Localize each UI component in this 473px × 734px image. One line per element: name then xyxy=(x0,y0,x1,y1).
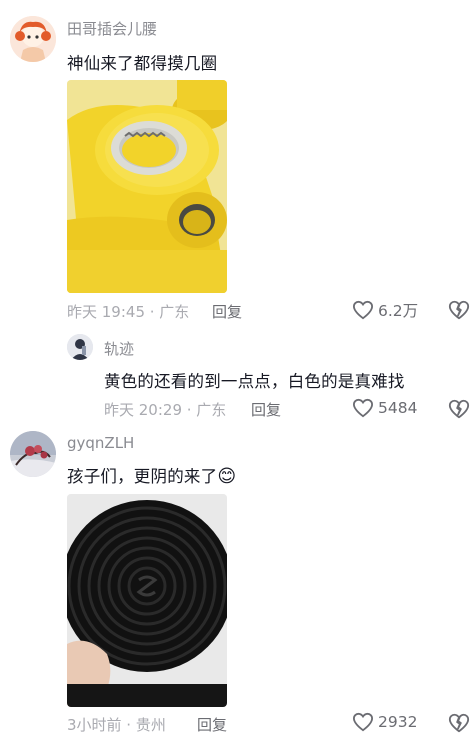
comment-image-black-tape[interactable] xyxy=(67,494,227,707)
comment-username[interactable]: gyqnZLH xyxy=(67,434,134,452)
comment-text: 黄色的还看的到一点点，白色的是真难找 xyxy=(104,372,405,391)
reply-button[interactable]: 回复 xyxy=(251,399,281,420)
like-button[interactable]: 5484 xyxy=(352,398,417,418)
broken-heart-icon[interactable] xyxy=(448,712,470,734)
reply-button[interactable]: 回复 xyxy=(197,714,227,734)
comment-username[interactable]: 田哥插会儿腰 xyxy=(67,18,157,39)
comment-text: 孩子们，更阴的来了😊 xyxy=(67,463,236,487)
comment-image-yellow-tape[interactable] xyxy=(67,80,227,293)
broken-heart-icon[interactable] xyxy=(448,299,470,321)
like-count: 6.2万 xyxy=(378,302,419,320)
avatar-gyqnzlh[interactable] xyxy=(10,431,56,477)
avatar-guiji[interactable] xyxy=(67,334,93,360)
comment-meta: 3小时前 · 贵州 xyxy=(67,716,166,734)
heart-outline-icon xyxy=(352,398,374,418)
heart-outline-icon xyxy=(352,300,374,320)
like-count: 5484 xyxy=(378,399,418,417)
avatar-tiange[interactable] xyxy=(10,16,56,62)
comment-text: 神仙来了都得摸几圈 xyxy=(67,54,218,73)
broken-heart-icon[interactable] xyxy=(448,398,470,420)
comment-meta: 昨天 20:29 · 广东 xyxy=(104,401,227,419)
comment-username[interactable]: 轨迹 xyxy=(104,338,134,359)
like-button[interactable]: 2932 xyxy=(352,712,417,732)
like-button[interactable]: 6.2万 xyxy=(352,299,418,321)
heart-outline-icon xyxy=(352,712,374,732)
comment-meta: 昨天 19:45 · 广东 xyxy=(67,303,190,321)
like-count: 2932 xyxy=(378,713,418,731)
reply-button[interactable]: 回复 xyxy=(212,301,242,322)
smile-emoji-icon: 😊 xyxy=(217,466,237,487)
comment-text-body: 孩子们，更阴的来了 xyxy=(67,467,218,486)
